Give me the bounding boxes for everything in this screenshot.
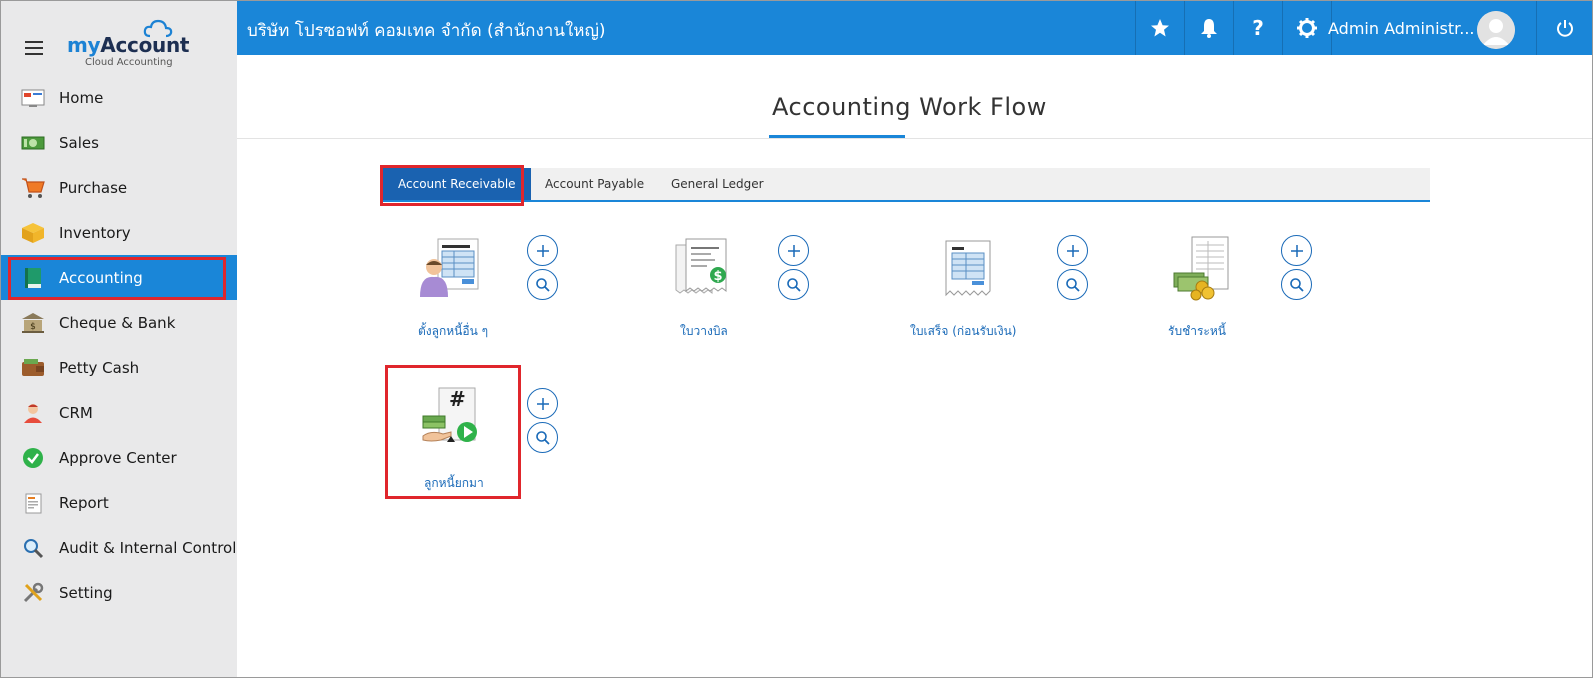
hamburger-menu-icon[interactable] [25,41,43,55]
check-circle-icon [21,446,45,470]
user-name[interactable]: Admin Administr... [1328,19,1475,38]
search-button[interactable] [1057,269,1088,300]
money-document-icon[interactable] [1172,235,1238,301]
box-icon [21,221,45,245]
svg-text:?: ? [1252,17,1264,39]
svg-text:$: $ [713,269,722,284]
tab-account-payable[interactable]: Account Payable [545,168,644,200]
sidebar-item-label: Sales [59,133,99,152]
top-header: บริษัท โปรซอฟท์ คอมเทค จำกัด (สำนักงานให… [237,1,1592,55]
star-icon [1151,19,1169,37]
plus-icon [536,244,549,257]
workflow-label[interactable]: ใบเสร็จ (ก่อนรับเงิน) [910,322,1016,341]
settings-button[interactable] [1282,1,1331,55]
sidebar-item-label: Home [59,88,104,107]
search-button[interactable] [527,269,558,300]
sidebar-item-label: Cheque & Bank [59,313,176,332]
plus-icon [1290,244,1303,257]
sidebar-item-audit[interactable]: Audit & Internal Control [1,525,237,570]
user-avatar-icon [1477,11,1515,49]
tab-highlight-box [380,165,524,206]
sidebar-item-cheque-bank[interactable]: $ Cheque & Bank [1,300,237,345]
workflow-label[interactable]: รับชำระหนี้ [1168,322,1226,341]
sidebar-item-sales[interactable]: Sales [1,120,237,165]
receipt-icon[interactable] [938,235,1004,301]
help-icon: ? [1252,17,1264,39]
sidebar-item-petty-cash[interactable]: Petty Cash [1,345,237,390]
bell-icon [1201,19,1217,38]
wallet-icon [21,356,45,380]
plus-icon [1066,244,1079,257]
add-button[interactable] [1281,235,1312,266]
sidebar-nav: Home Sales Purchase Inventory Accounting… [1,75,237,615]
sidebar-item-crm[interactable]: CRM [1,390,237,435]
notifications-button[interactable] [1184,1,1233,55]
search-button[interactable] [1281,269,1312,300]
sidebar-item-report[interactable]: Report [1,480,237,525]
sidebar-item-purchase[interactable]: Purchase [1,165,237,210]
logo-text: myAccount [67,33,190,57]
workflow-label[interactable]: ตั้งลูกหนี้อื่น ๆ [418,322,488,341]
tab-general-ledger[interactable]: General Ledger [671,168,764,200]
gear-icon [1297,18,1317,38]
sidebar-item-label: Audit & Internal Control [59,538,237,557]
person-document-icon[interactable] [418,235,484,301]
search-icon [1289,277,1304,292]
people-icon [21,401,45,425]
sidebar-item-setting[interactable]: Setting [1,570,237,615]
workflow-label[interactable]: ลูกหนี้ยกมา [424,474,484,493]
company-name[interactable]: บริษัท โปรซอฟท์ คอมเทค จำกัด (สำนักงานให… [247,17,606,44]
add-button[interactable] [527,388,558,419]
sidebar-item-label: Inventory [59,223,131,242]
search-icon [535,430,550,445]
svg-text:$: $ [30,322,36,332]
tools-icon [21,581,45,605]
hash-money-play-icon[interactable]: # [421,386,487,452]
search-button[interactable] [527,422,558,453]
sidebar-item-label: Report [59,493,109,512]
power-icon [1556,20,1573,37]
plus-icon [536,397,549,410]
invoice-dollar-icon[interactable]: $ [672,235,738,301]
add-button[interactable] [1057,235,1088,266]
sidebar: myAccount Cloud Accounting Home Sales Pu… [1,1,237,677]
search-icon [786,277,801,292]
report-icon [21,491,45,515]
page-title: Accounting Work Flow [772,93,1047,121]
divider [237,138,1592,139]
favorites-button[interactable] [1135,1,1184,55]
sidebar-item-accounting[interactable]: Accounting [1,255,237,300]
book-icon [21,266,45,290]
workflow-tabs: Account Receivable Account Payable Gener… [381,168,1430,202]
sidebar-item-label: Accounting [59,268,143,287]
logo-tagline: Cloud Accounting [85,57,173,68]
workflow-label[interactable]: ใบวางบิล [680,322,728,341]
sidebar-item-label: Petty Cash [59,358,140,377]
avatar[interactable] [1477,11,1515,49]
add-button[interactable] [778,235,809,266]
money-icon [21,131,45,155]
sidebar-item-label: Purchase [59,178,128,197]
sidebar-item-approve-center[interactable]: Approve Center [1,435,237,480]
add-button[interactable] [527,235,558,266]
sidebar-item-inventory[interactable]: Inventory [1,210,237,255]
home-icon [21,86,45,110]
plus-icon [787,244,800,257]
sidebar-item-label: Approve Center [59,448,177,467]
bank-icon: $ [21,311,45,335]
sidebar-item-label: Setting [59,583,113,602]
svg-text:#: # [449,387,466,411]
sidebar-item-label: CRM [59,403,93,422]
search-icon [1065,277,1080,292]
magnifier-icon [21,536,45,560]
app-logo[interactable]: myAccount Cloud Accounting [63,17,189,69]
sidebar-item-home[interactable]: Home [1,75,237,120]
search-icon [535,277,550,292]
logout-button[interactable] [1536,1,1592,55]
help-button[interactable]: ? [1233,1,1282,55]
cart-icon [21,176,45,200]
search-button[interactable] [778,269,809,300]
